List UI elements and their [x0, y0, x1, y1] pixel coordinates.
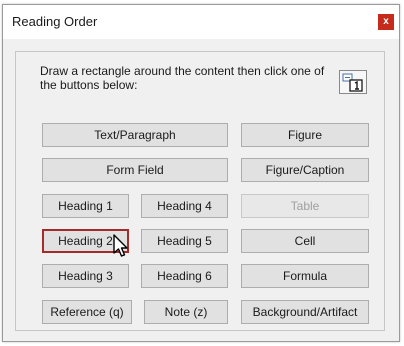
- mouse-pointer-icon: [113, 234, 128, 257]
- reading-order-dialog: Reading Order x Draw a rectangle around …: [2, 4, 400, 342]
- figure-button[interactable]: Figure: [241, 123, 369, 147]
- text-paragraph-button[interactable]: Text/Paragraph: [42, 123, 228, 147]
- heading-1-button[interactable]: Heading 1: [42, 194, 129, 218]
- form-field-button[interactable]: Form Field: [42, 158, 228, 182]
- heading-4-button[interactable]: Heading 4: [141, 194, 228, 218]
- heading-3-button[interactable]: Heading 3: [42, 264, 129, 288]
- reference-button[interactable]: Reference (q): [42, 300, 132, 324]
- window-title: Reading Order: [12, 14, 98, 29]
- formula-button[interactable]: Formula: [241, 264, 369, 288]
- title-bar[interactable]: Reading Order x: [3, 5, 399, 39]
- table-button[interactable]: Table: [241, 194, 369, 218]
- figure-caption-button[interactable]: Figure/Caption: [241, 158, 369, 182]
- content-panel: Draw a rectangle around the content then…: [15, 51, 385, 331]
- note-button[interactable]: Note (z): [144, 300, 228, 324]
- cell-button[interactable]: Cell: [241, 229, 369, 253]
- background-artifact-button[interactable]: Background/Artifact: [241, 300, 369, 324]
- instruction-text: Draw a rectangle around the content then…: [40, 64, 325, 92]
- heading-6-button[interactable]: Heading 6: [141, 264, 228, 288]
- reading-order-tool-icon[interactable]: [339, 70, 367, 94]
- close-button[interactable]: x: [378, 14, 394, 30]
- heading-5-button[interactable]: Heading 5: [141, 229, 228, 253]
